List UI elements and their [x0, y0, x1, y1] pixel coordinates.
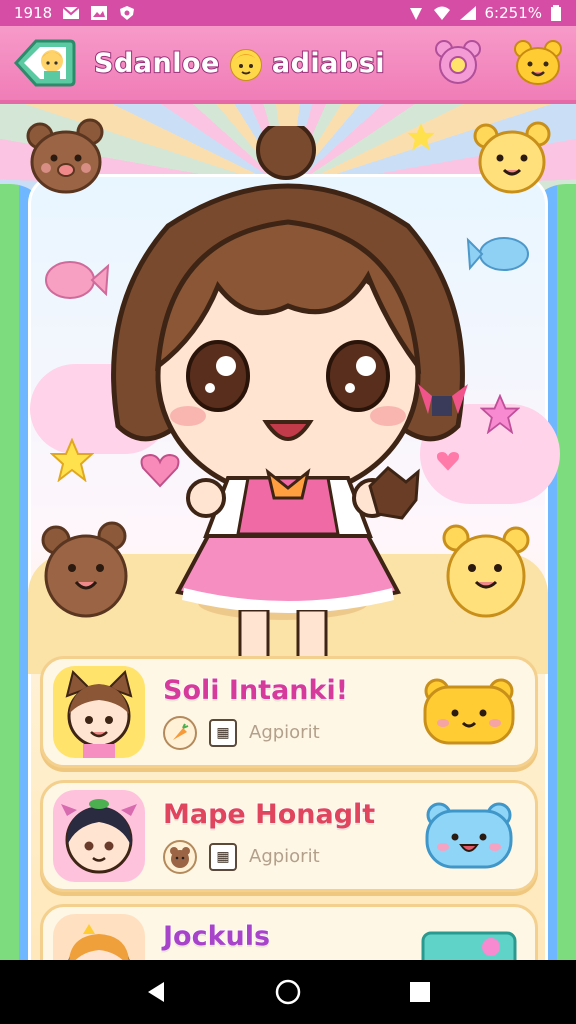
list-item-name: Soli Intanki! — [162, 674, 349, 707]
signal-icon — [459, 6, 476, 20]
yellow-bear-face-icon — [423, 678, 515, 745]
battery-percent: 6:251% — [484, 4, 542, 22]
recents-nav-icon — [410, 982, 430, 1002]
girl-face-icon — [229, 49, 262, 81]
photo-frame-icon: ▦ — [209, 842, 237, 871]
list-item-name: Mape Honaglt — [162, 798, 376, 831]
mail-icon — [62, 6, 80, 19]
blue-bear-face-icon — [425, 802, 513, 869]
back-nav-button[interactable] — [136, 972, 176, 1012]
location-icon — [409, 8, 422, 20]
shield-icon — [120, 6, 135, 20]
status-bar: 1918 6:251% — [0, 0, 576, 26]
list-item[interactable]: Soli Intanki! ▦ Agpiorit — [40, 656, 538, 768]
list-item-meta: Agpiorit — [249, 846, 320, 867]
recents-nav-button[interactable] — [400, 972, 440, 1012]
bear-badge-icon — [163, 839, 197, 874]
blue-bear-face-button[interactable] — [419, 801, 519, 871]
list-item-meta: Agpiorit — [249, 722, 320, 743]
home-nav-icon — [275, 979, 301, 1005]
system-nav-bar — [0, 960, 576, 1024]
back-arrow-icon — [13, 39, 76, 87]
pink-bear-button[interactable] — [432, 37, 484, 89]
pink-bear-icon — [435, 40, 481, 84]
app-header: Sdanloe adiabsi — [0, 26, 576, 104]
yellow-bear-icon — [514, 40, 562, 85]
back-nav-icon — [148, 982, 164, 1002]
wifi-icon — [433, 6, 450, 20]
dark-hair-girl-avatar — [53, 790, 145, 882]
list-item-name: Jockuls — [162, 920, 271, 953]
home-nav-button[interactable] — [268, 972, 308, 1012]
yellow-bear-button[interactable] — [512, 37, 564, 89]
header-title: Sdanloe adiabsi — [93, 43, 386, 83]
battery-icon — [551, 5, 561, 21]
photo-icon — [91, 6, 108, 20]
header-title-text: Sdanloe — [93, 47, 220, 80]
cat-girl-avatar — [53, 666, 145, 758]
header-title-suffix: adiabsi — [271, 47, 386, 80]
carrot-icon — [163, 715, 197, 750]
back-button[interactable] — [12, 31, 76, 95]
chibi-girl-character — [111, 126, 468, 613]
photo-frame-icon: ▦ — [209, 718, 237, 747]
status-time: 1918 — [14, 4, 53, 22]
yellow-bear-face-button[interactable] — [419, 677, 519, 747]
list-item[interactable]: Mape Honaglt ▦ Agpiorit — [40, 780, 538, 892]
